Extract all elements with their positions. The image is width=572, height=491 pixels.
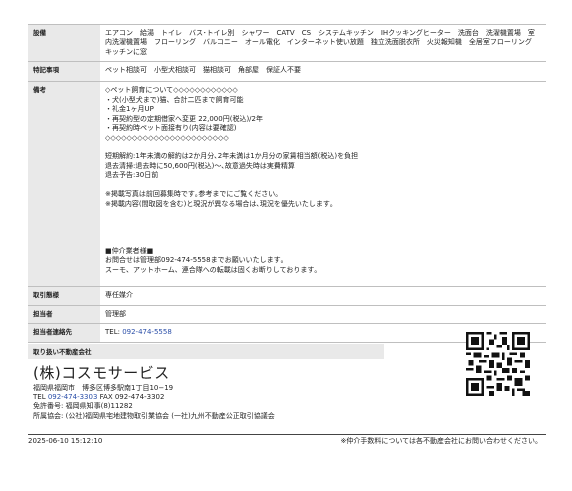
qr-code-icon — [466, 332, 530, 396]
company-association: 所属協会: (公社)福岡県宅地建物取引業協会 (一社)九州不動産公正取引協議会 — [33, 411, 275, 420]
company-tel-label: TEL — [33, 393, 48, 402]
contact-person-label: 担当者 — [28, 305, 100, 325]
notes-value: ◇ペット飼育について◇◇◇◇◇◇◇◇◇◇◇◇ ・犬(小型犬まで)猫、合計二匹まで… — [100, 81, 546, 288]
company-info: 福岡県福岡市 博多区博多駅南1丁目10−19 TEL 092-474-3303 … — [33, 384, 275, 421]
features-label: 特記事項 — [28, 61, 100, 83]
features-value: ペット相談可 小型犬相談可 猫相談可 角部屋 保証人不要 — [100, 61, 546, 83]
contact-phone-prefix: TEL: — [105, 328, 123, 337]
contact-phone-link[interactable]: 092-474-5558 — [122, 328, 172, 336]
footer-divider — [28, 434, 546, 435]
transaction-value: 専任媒介 — [100, 286, 546, 306]
contact-phone-label: 担当者連絡先 — [28, 323, 100, 343]
property-spec-table: 設備 エアコン 給湯 トイレ バス･トイレ別 シャワー CATV CS システム… — [28, 24, 546, 343]
equipment-row: 設備 エアコン 給湯 トイレ バス･トイレ別 シャワー CATV CS システム… — [28, 24, 546, 63]
contact-person-value: 管理部 — [100, 305, 546, 325]
company-license: 免許番号: 福岡県知事(8)11282 — [33, 402, 133, 411]
contact-person-row: 担当者 管理部 — [28, 305, 546, 325]
company-fax: FAX 092-474-3302 — [97, 393, 165, 402]
company-tel-link[interactable]: 092-474-3303 — [48, 393, 98, 401]
footer-timestamp: 2025-06-10 15:12:10 — [28, 437, 103, 445]
features-row: 特記事項 ペット相談可 小型犬相談可 猫相談可 角部屋 保証人不要 — [28, 61, 546, 83]
notes-label: 備考 — [28, 81, 100, 288]
company-address: 福岡県福岡市 博多区博多駅南1丁目10−19 — [33, 384, 174, 392]
notes-row: 備考 ◇ペット飼育について◇◇◇◇◇◇◇◇◇◇◇◇ ・犬(小型犬まで)猫、合計二… — [28, 81, 546, 288]
equipment-label: 設備 — [28, 24, 100, 63]
transaction-label: 取引態様 — [28, 286, 100, 306]
company-section-header: 取り扱い不動産会社 — [28, 344, 384, 359]
equipment-value: エアコン 給湯 トイレ バス･トイレ別 シャワー CATV CS システムキッチ… — [100, 24, 546, 63]
footer-note: ※仲介手数料については各不動産会社にお問い合わせください。 — [340, 437, 542, 445]
transaction-row: 取引態様 専任媒介 — [28, 286, 546, 306]
company-name: (株)コスモサービス — [33, 364, 170, 382]
